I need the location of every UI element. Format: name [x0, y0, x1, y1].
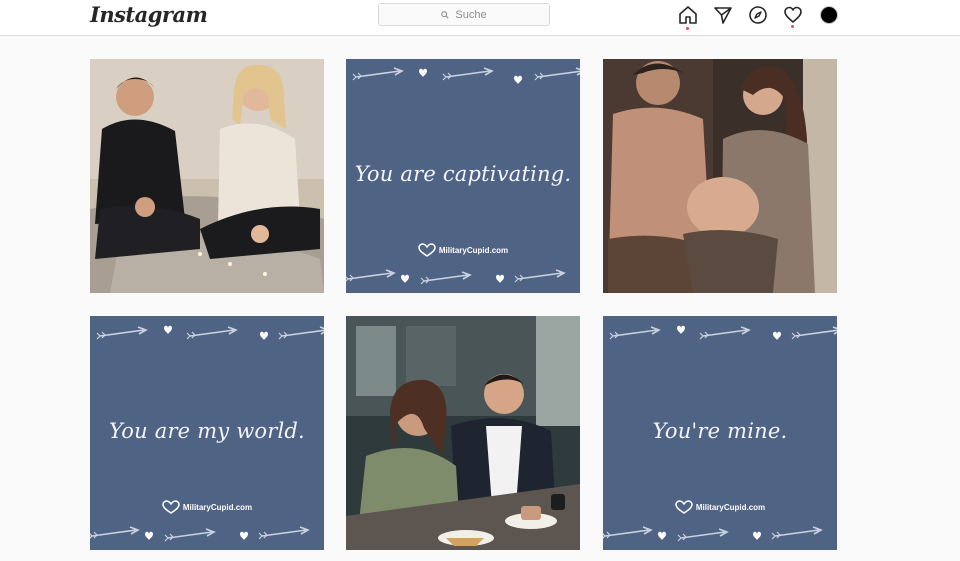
brand-logo: MilitaryCupid.com: [346, 243, 580, 257]
arrows-hearts-bottom-decoration: [346, 269, 565, 285]
arrows-hearts-top-decoration: [352, 67, 580, 84]
expecting-couple-photo: [603, 59, 837, 293]
brand-name: MilitaryCupid.com: [182, 502, 253, 512]
post-quote-card[interactable]: You're mine. MilitaryCupid.com: [603, 316, 837, 550]
post-quote-card[interactable]: You are captivating. MilitaryCupid.com: [346, 59, 580, 293]
instagram-logo[interactable]: Instagram: [90, 2, 208, 27]
heart-logo-icon: [675, 500, 693, 514]
search-icon: [441, 10, 449, 19]
search-input[interactable]: Suche: [378, 3, 550, 26]
direct-send-icon[interactable]: [713, 5, 733, 25]
post-quote-card[interactable]: You are my world. MilitaryCupid.com: [90, 316, 324, 550]
heart-logo-icon: [162, 500, 180, 514]
couple-photo: [90, 59, 324, 293]
post-photo-expecting-couple[interactable]: [603, 59, 837, 293]
brand-logo: MilitaryCupid.com: [90, 500, 324, 514]
profile-avatar[interactable]: [820, 6, 838, 24]
post-photo-couple-on-bed[interactable]: [90, 59, 324, 293]
top-navigation-bar: Instagram Suche: [0, 0, 960, 36]
explore-compass-icon[interactable]: [748, 5, 768, 25]
search-placeholder: Suche: [455, 8, 487, 21]
arrows-hearts-bottom-decoration: [603, 526, 822, 542]
brand-name: MilitaryCupid.com: [438, 245, 509, 255]
activity-heart-icon[interactable]: [783, 5, 803, 25]
arrows-hearts-bottom-decoration: [90, 526, 309, 542]
brand-logo: MilitaryCupid.com: [603, 500, 837, 514]
home-icon[interactable]: [678, 5, 698, 25]
cafe-couple-photo: [346, 316, 580, 550]
home-notification-dot: [686, 27, 689, 30]
brand-name: MilitaryCupid.com: [695, 502, 766, 512]
arrows-hearts-top-decoration: [609, 325, 837, 340]
heart-logo-icon: [418, 243, 436, 257]
activity-notification-dot: [791, 25, 794, 28]
arrows-hearts-top-decoration: [96, 325, 324, 340]
quote-text: You are captivating.: [354, 162, 572, 186]
quote-text: You are my world.: [109, 419, 305, 443]
post-photo-couple-at-cafe[interactable]: [346, 316, 580, 550]
quote-text: You're mine.: [652, 419, 788, 443]
